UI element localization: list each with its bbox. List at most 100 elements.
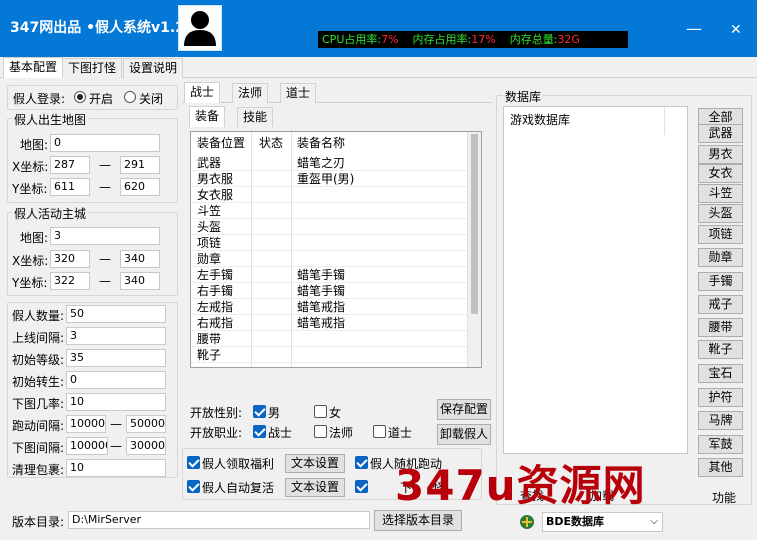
equip-slot[interactable]: 女衣服 bbox=[197, 187, 233, 203]
city-y-to-input[interactable]: 340 bbox=[120, 272, 160, 290]
db-function-label[interactable]: 功能 bbox=[712, 489, 736, 506]
welfare-label: 假人领取福利 bbox=[202, 457, 275, 471]
equip-slot[interactable]: 靴子 bbox=[197, 347, 221, 363]
birth-x-dash: — bbox=[99, 158, 111, 172]
city-x-from-input[interactable]: 320 bbox=[50, 250, 90, 268]
map-hunt-checkbox[interactable] bbox=[355, 480, 368, 493]
equip-name[interactable]: 蜡笔手镯 bbox=[297, 283, 345, 299]
equip-slot[interactable]: 男衣服 bbox=[197, 171, 233, 187]
param-chance-input[interactable]: 10 bbox=[66, 393, 166, 411]
job-taoist-label: 道士 bbox=[388, 426, 413, 440]
equip-name[interactable]: 蜡笔戒指 bbox=[297, 299, 345, 315]
param-run-dash: — bbox=[110, 417, 122, 431]
job-mage-checkbox[interactable] bbox=[314, 425, 327, 438]
equip-name[interactable]: 蜡笔之刃 bbox=[297, 155, 345, 171]
database-list[interactable]: 游戏数据库 bbox=[503, 106, 688, 454]
job-taoist-checkbox[interactable] bbox=[373, 425, 386, 438]
welfare-checkbox[interactable] bbox=[187, 456, 200, 469]
equip-name[interactable]: 蜡笔手镯 bbox=[297, 267, 345, 283]
login-on-radio[interactable] bbox=[74, 91, 86, 103]
param-level-input[interactable]: 35 bbox=[66, 349, 166, 367]
param-count-input[interactable]: 50 bbox=[66, 305, 166, 323]
equip-slot[interactable]: 武器 bbox=[197, 155, 221, 171]
equip-slot[interactable]: 勋章 bbox=[197, 251, 221, 267]
param-run-from-input[interactable]: 10000 bbox=[66, 415, 106, 433]
equip-slot[interactable]: 左戒指 bbox=[197, 299, 233, 315]
equipment-list[interactable]: 装备位置 状态 装备名称 武器 蜡笔之刃 男衣服 重盔甲(男) 女衣服 斗笠 头盔 项链 勋章左… bbox=[190, 131, 482, 368]
city-map-input[interactable]: 3 bbox=[50, 227, 160, 245]
equip-slot[interactable]: 斗笠 bbox=[197, 203, 221, 219]
gender-female-checkbox[interactable] bbox=[314, 405, 327, 418]
birth-map-input[interactable]: 0 bbox=[50, 134, 160, 152]
db-type-select[interactable]: BDE数据库 ⌵ bbox=[542, 512, 663, 532]
auto-revive-checkbox[interactable] bbox=[187, 480, 200, 493]
equip-name[interactable]: 重盔甲(男) bbox=[297, 171, 354, 187]
equip-slot[interactable]: 头盔 bbox=[197, 219, 221, 235]
filter-button[interactable]: 护符 bbox=[698, 388, 743, 407]
login-off-radio[interactable] bbox=[124, 91, 136, 103]
header-item-name[interactable]: 装备名称 bbox=[297, 135, 345, 151]
filter-button[interactable]: 戒子 bbox=[698, 295, 743, 314]
filter-button[interactable]: 男衣 bbox=[698, 145, 743, 164]
param-clean-input[interactable]: 10 bbox=[66, 459, 166, 477]
database-item[interactable]: 游戏数据库 bbox=[510, 112, 570, 128]
equip-slot[interactable]: 项链 bbox=[197, 235, 221, 251]
gender-male-checkbox[interactable] bbox=[253, 405, 266, 418]
filter-button[interactable]: 宝石 bbox=[698, 364, 743, 383]
equip-slot[interactable]: 腰带 bbox=[197, 331, 221, 347]
close-button[interactable]: ✕ bbox=[730, 22, 742, 38]
tab-basic-config[interactable]: 基本配置 bbox=[3, 57, 64, 78]
filter-button[interactable]: 马牌 bbox=[698, 411, 743, 430]
text-settings-button-2[interactable]: 文本设置 bbox=[285, 478, 345, 497]
watermark: 347u资源网 bbox=[395, 461, 646, 510]
header-slot[interactable]: 装备位置 bbox=[197, 135, 245, 151]
filter-button[interactable]: 其他 bbox=[698, 458, 743, 477]
equip-name[interactable]: 蜡笔戒指 bbox=[297, 315, 345, 331]
tab-mage[interactable]: 法师 bbox=[232, 83, 269, 103]
filter-button[interactable]: 武器 bbox=[698, 124, 743, 143]
param-map-from-input[interactable]: 100000 bbox=[66, 437, 108, 455]
tab-warrior[interactable]: 战士 bbox=[184, 82, 221, 103]
tab-skills[interactable]: 技能 bbox=[237, 107, 274, 127]
gender-label: 开放性别: bbox=[190, 406, 243, 420]
filter-button[interactable]: 腰带 bbox=[698, 318, 743, 337]
gender-male-label: 男 bbox=[268, 406, 281, 420]
equip-slot[interactable]: 左手镯 bbox=[197, 267, 233, 283]
tab-instructions[interactable]: 设置说明 bbox=[123, 58, 184, 78]
birth-x-from-input[interactable]: 287 bbox=[50, 156, 90, 174]
birth-x-to-input[interactable]: 291 bbox=[120, 156, 160, 174]
random-run-checkbox[interactable] bbox=[355, 456, 368, 469]
tab-map-hunting[interactable]: 下图打怪 bbox=[62, 58, 123, 78]
gender-female-label: 女 bbox=[329, 406, 342, 420]
filter-button[interactable]: 勋章 bbox=[698, 248, 743, 267]
city-y-from-input[interactable]: 322 bbox=[50, 272, 90, 290]
filter-button[interactable]: 斗笠 bbox=[698, 184, 743, 203]
equip-slot[interactable]: 右手镯 bbox=[197, 283, 233, 299]
filter-button[interactable]: 军鼓 bbox=[698, 435, 743, 454]
filter-button[interactable]: 靴子 bbox=[698, 340, 743, 359]
tab-taoist[interactable]: 道士 bbox=[280, 83, 317, 103]
save-config-button[interactable]: 保存配置 bbox=[437, 399, 491, 420]
equip-slot[interactable]: 右戒指 bbox=[197, 315, 233, 331]
filter-button[interactable]: 项链 bbox=[698, 225, 743, 244]
city-x-to-input[interactable]: 340 bbox=[120, 250, 160, 268]
birth-y-to-input[interactable]: 620 bbox=[120, 178, 160, 196]
job-warrior-checkbox[interactable] bbox=[253, 425, 266, 438]
filter-button[interactable]: 手镯 bbox=[698, 272, 743, 291]
tab-equipment[interactable]: 装备 bbox=[189, 106, 226, 127]
unload-bots-button[interactable]: 卸载假人 bbox=[437, 424, 491, 445]
birth-y-from-input[interactable]: 611 bbox=[50, 178, 90, 196]
select-version-dir-button[interactable]: 选择版本目录 bbox=[374, 510, 462, 531]
version-dir-input[interactable]: D:\MirServer bbox=[68, 511, 370, 529]
param-rebirth-input[interactable]: 0 bbox=[66, 371, 166, 389]
text-settings-button-1[interactable]: 文本设置 bbox=[285, 454, 345, 473]
filter-button[interactable]: 头盔 bbox=[698, 204, 743, 223]
birth-y-dash: — bbox=[99, 180, 111, 194]
filter-button[interactable]: 女衣 bbox=[698, 164, 743, 183]
minimize-button[interactable]: — bbox=[686, 21, 702, 37]
param-run-to-input[interactable]: 50000 bbox=[126, 415, 166, 433]
param-interval-input[interactable]: 3 bbox=[66, 327, 166, 345]
header-status[interactable]: 状态 bbox=[259, 135, 283, 151]
param-map-to-input[interactable]: 300000 bbox=[126, 437, 166, 455]
scrollbar[interactable] bbox=[467, 132, 481, 367]
